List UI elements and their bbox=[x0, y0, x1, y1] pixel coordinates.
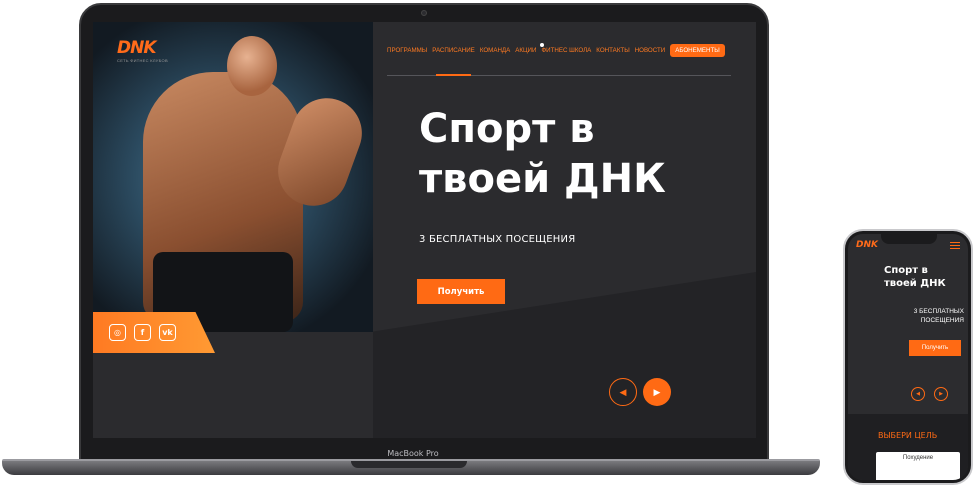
phone-slider-next-button[interactable]: ▶ bbox=[934, 387, 948, 401]
chevron-left-icon: ◀ bbox=[619, 386, 627, 397]
nav-active-indicator bbox=[436, 74, 471, 76]
site-logo[interactable]: DNK СЕТЬ ФИТНЕС КЛУБОВ bbox=[117, 38, 179, 64]
hero-image bbox=[93, 22, 373, 332]
chevron-left-icon: ◀ bbox=[916, 391, 920, 397]
phone-slider-prev-button[interactable]: ◀ bbox=[911, 387, 925, 401]
device-mockup: DNK СЕТЬ ФИТНЕС КЛУБОВ ПРОГРАММЫ РАСПИСА… bbox=[0, 0, 974, 489]
laptop-camera bbox=[421, 10, 427, 16]
phone-logo[interactable]: DNK bbox=[856, 240, 878, 250]
slider-prev-button[interactable]: ◀ bbox=[609, 378, 637, 406]
phone-screen: DNK Спорт в твоей ДНК 3 БЕСПЛАТНЫХ ПОСЕЩ… bbox=[848, 234, 968, 480]
nav-item-promotions[interactable]: АКЦИИ bbox=[515, 47, 536, 54]
social-bar: ◎ f vk bbox=[93, 312, 215, 353]
logo-mark: DNK bbox=[117, 38, 157, 58]
nav-item-news[interactable]: НОВОСТИ bbox=[635, 47, 666, 54]
laptop-notch bbox=[351, 461, 467, 468]
get-offer-button[interactable]: Получить bbox=[417, 279, 505, 304]
nav-item-fitness-school[interactable]: ФИТНЕС ШКОЛА bbox=[541, 47, 591, 54]
slider-next-button[interactable]: ▶ bbox=[643, 378, 671, 406]
phone-get-offer-button[interactable]: Получить bbox=[909, 340, 961, 356]
hero-subline: 3 БЕСПЛАТНЫХ ПОСЕЩЕНИЯ bbox=[419, 234, 576, 245]
phone-notch bbox=[881, 234, 937, 244]
chevron-right-icon: ▶ bbox=[939, 391, 943, 397]
laptop-brand-label: MacBook Pro bbox=[387, 449, 439, 458]
nav-item-schedule[interactable]: РАСПИСАНИЕ bbox=[432, 47, 475, 54]
nav-item-team[interactable]: КОМАНДА bbox=[480, 47, 510, 54]
chevron-right-icon: ▶ bbox=[653, 386, 661, 397]
goal-card[interactable]: Похудение bbox=[876, 452, 960, 480]
instagram-icon[interactable]: ◎ bbox=[109, 324, 126, 341]
phone-hero-subline: 3 БЕСПЛАТНЫХ ПОСЕЩЕНИЯ bbox=[913, 308, 964, 324]
facebook-icon[interactable]: f bbox=[134, 324, 151, 341]
goal-section-title: ВЫБЕРИ ЦЕЛЬ bbox=[878, 431, 938, 440]
phone-hero-headline: Спорт в твоей ДНК bbox=[884, 265, 946, 289]
cursor-dot bbox=[540, 43, 544, 47]
goal-card-label: Похудение bbox=[902, 455, 934, 461]
nav-item-programs[interactable]: ПРОГРАММЫ bbox=[387, 47, 427, 54]
laptop-screen: DNK СЕТЬ ФИТНЕС КЛУБОВ ПРОГРАММЫ РАСПИСА… bbox=[93, 22, 756, 438]
athlete-head bbox=[227, 36, 277, 96]
logo-tagline: СЕТЬ ФИТНЕС КЛУБОВ bbox=[117, 58, 168, 63]
main-nav: ПРОГРАММЫ РАСПИСАНИЕ КОМАНДА АКЦИИ ФИТНЕ… bbox=[387, 44, 725, 57]
memberships-button[interactable]: АБОНЕМЕНТЫ bbox=[670, 44, 725, 57]
vk-icon[interactable]: vk bbox=[159, 324, 176, 341]
nav-item-contacts[interactable]: КОНТАКТЫ bbox=[596, 47, 629, 54]
menu-icon[interactable] bbox=[950, 242, 960, 249]
hero-headline: Спорт в твоей ДНК bbox=[419, 106, 666, 202]
